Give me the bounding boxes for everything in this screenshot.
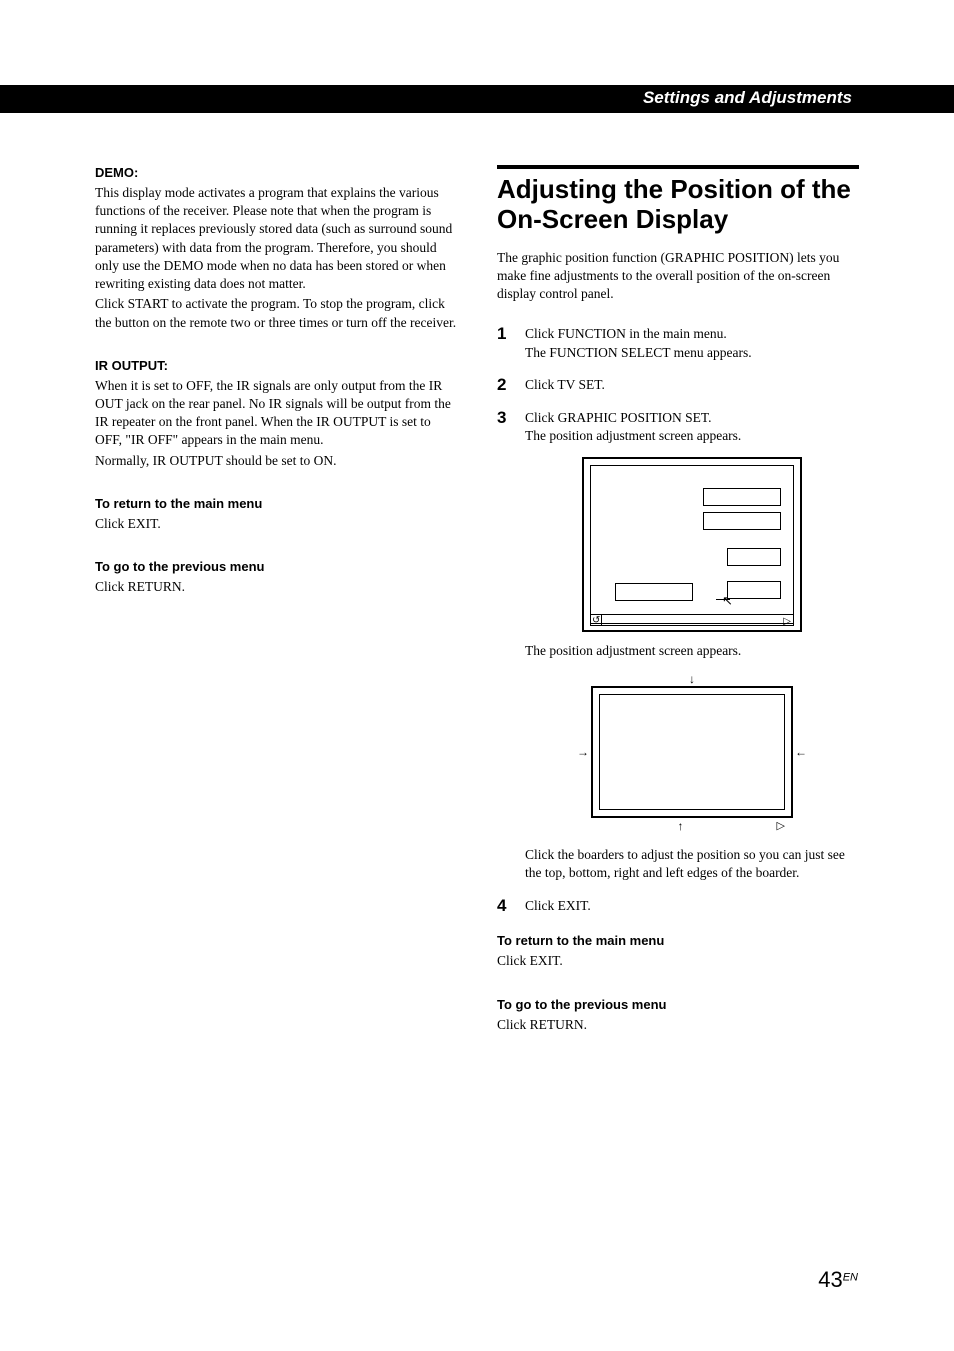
figure-2: ↓ ↑ → ← ▷ [577,672,807,832]
figure-1-inner-frame [590,465,794,624]
go-previous-body: Click RETURN. [95,578,457,596]
step-2-number: 2 [497,376,511,395]
figure-1-wrap: ↖ ↺ ▷ [525,457,859,632]
cursor-icon: ↖ [722,592,733,610]
step-3-body: Click GRAPHIC POSITION SET. The position… [525,409,859,883]
demo-paragraph-1: This display mode activates a program th… [95,184,457,293]
step-1-body: Click FUNCTION in the main menu. The FUN… [525,325,859,361]
step-1: 1 Click FUNCTION in the main menu. The F… [497,325,859,361]
figure-1-box-top-b [703,512,781,530]
after-figure-2-text: Click the boarders to adjust the positio… [525,846,859,882]
exit-icon: ▷ [777,819,785,834]
step-1-number: 1 [497,325,511,361]
page-number-value: 43 [818,1267,842,1292]
step-3: 3 Click GRAPHIC POSITION SET. The positi… [497,409,859,883]
ir-paragraph-1: When it is set to OFF, the IR signals ar… [95,377,457,450]
right-return-main-block: To return to the main menu Click EXIT. [497,933,859,970]
step-3-line-a: Click GRAPHIC POSITION SET. [525,409,859,427]
figure-1-bar-divider [601,615,602,625]
figure-2-wrap: ↓ ↑ → ← ▷ [525,672,859,832]
return-main-body: Click EXIT. [95,515,457,533]
figure-1-bottom-bar: ↺ ▷ [590,614,794,626]
feature-top-rule [497,165,859,169]
page-number-suffix: EN [843,1272,858,1284]
step-4-number: 4 [497,897,511,916]
arrow-left-icon: ← [795,744,807,760]
go-previous-heading: To go to the previous menu [95,559,457,574]
step-3-line-b: The position adjustment screen appears. [525,427,859,445]
figure-2-inner-frame [599,694,785,810]
ir-output-block: IR OUTPUT: When it is set to OFF, the IR… [95,358,457,470]
figure-1-box-mid [727,548,781,566]
step-3-number: 3 [497,409,511,883]
right-go-previous-block: To go to the previous menu Click RETURN. [497,997,859,1034]
demo-heading: DEMO: [95,165,457,180]
feature-title: Adjusting the Position of the On-Screen … [497,175,859,235]
section-header-bar: Settings and Adjustments [0,85,954,113]
right-column: Adjusting the Position of the On-Screen … [497,165,859,1060]
right-return-main-body: Click EXIT. [497,952,859,970]
ir-paragraph-2: Normally, IR OUTPUT should be set to ON. [95,452,457,470]
step-1-line-a: Click FUNCTION in the main menu. [525,325,859,343]
arrow-right-icon: → [577,744,589,760]
step-2: 2 Click TV SET. [497,376,859,395]
section-header-title: Settings and Adjustments [643,88,852,108]
arrow-up-icon: ↑ [678,818,684,834]
step-1-line-b: The FUNCTION SELECT menu appears. [525,344,859,362]
right-return-main-heading: To return to the main menu [497,933,859,948]
right-go-previous-heading: To go to the previous menu [497,997,859,1012]
figure-1-box-bottom-left [615,583,693,601]
step-4-body: Click EXIT. [525,897,859,916]
go-previous-block: To go to the previous menu Click RETURN. [95,559,457,596]
figure-1-box-top-a [703,488,781,506]
left-column: DEMO: This display mode activates a prog… [95,165,457,1060]
return-main-block: To return to the main menu Click EXIT. [95,496,457,533]
after-figure-1-text: The position adjustment screen appears. [525,642,859,660]
page-content: DEMO: This display mode activates a prog… [95,165,859,1060]
arrow-down-icon: ↓ [689,671,695,687]
step-4: 4 Click EXIT. [497,897,859,916]
ir-heading: IR OUTPUT: [95,358,457,373]
figure-1: ↖ ↺ ▷ [582,457,802,632]
feature-intro: The graphic position function (GRAPHIC P… [497,249,859,304]
figure-1-box-bottom-right [727,581,781,599]
return-main-heading: To return to the main menu [95,496,457,511]
page-number: 43EN [818,1267,858,1293]
step-2-body: Click TV SET. [525,376,859,395]
figure-2-outer-frame [591,686,793,818]
return-icon: ↺ [592,614,600,628]
demo-block: DEMO: This display mode activates a prog… [95,165,457,332]
demo-paragraph-2: Click START to activate the program. To … [95,295,457,331]
proceed-icon: ▷ [783,615,791,629]
right-go-previous-body: Click RETURN. [497,1016,859,1034]
